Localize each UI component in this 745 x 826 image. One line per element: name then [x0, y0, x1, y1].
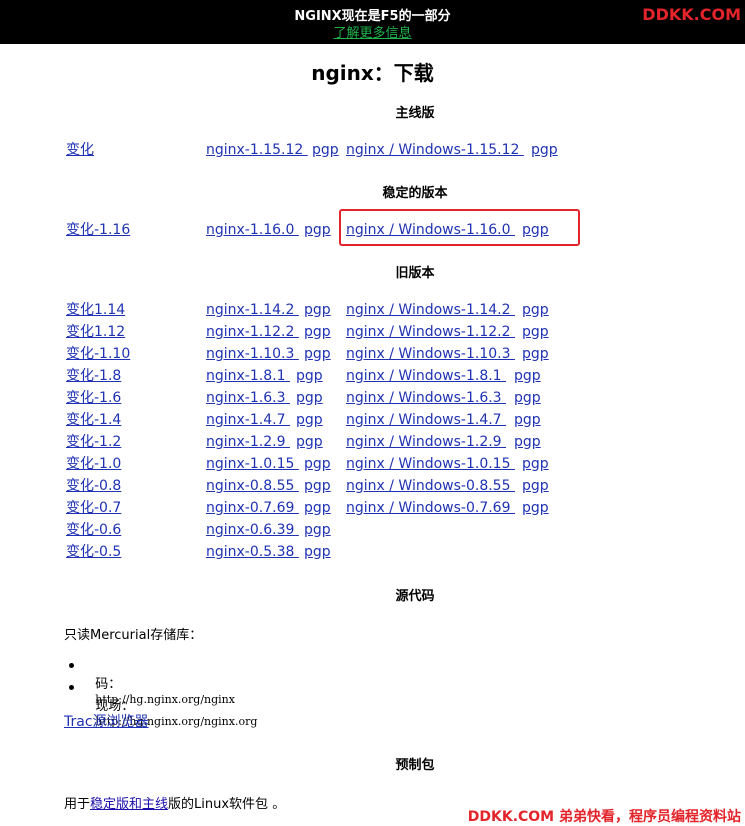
- pgp-link[interactable]: pgp: [304, 322, 331, 342]
- source-download-link[interactable]: nginx-1.2.9: [206, 432, 290, 452]
- changes-link[interactable]: 变化-1.0: [66, 454, 121, 474]
- pgp-link[interactable]: pgp: [304, 300, 331, 320]
- source-download-link[interactable]: nginx-1.15.12: [206, 140, 308, 160]
- page-title: nginx：下载: [311, 61, 434, 85]
- changes-link[interactable]: 变化-1.10: [66, 344, 130, 364]
- pgp-link[interactable]: pgp: [304, 476, 331, 496]
- mainline-heading: 主线版: [395, 106, 435, 121]
- legacy-heading: 旧版本: [395, 266, 435, 281]
- pgp-link[interactable]: pgp: [296, 388, 323, 408]
- pgp-link[interactable]: pgp: [522, 322, 549, 342]
- pgp-link[interactable]: pgp: [304, 220, 331, 240]
- pgp-link[interactable]: pgp: [304, 454, 331, 474]
- packages-prefix: 用于: [64, 797, 91, 812]
- source-heading: 源代码: [395, 589, 435, 604]
- windows-download-link[interactable]: nginx / Windows-1.14.2: [346, 300, 515, 320]
- source-download-link[interactable]: nginx-1.8.1: [206, 366, 290, 386]
- source-download-link[interactable]: nginx-1.6.3: [206, 388, 290, 408]
- pgp-link[interactable]: pgp: [304, 542, 331, 562]
- source-download-link[interactable]: nginx-1.4.7: [206, 410, 290, 430]
- changes-link[interactable]: 变化-1.16: [66, 220, 130, 240]
- trac-browser-link[interactable]: Trac源浏览器: [64, 712, 149, 732]
- source-download-link[interactable]: nginx-0.7.69: [206, 498, 299, 518]
- changes-link[interactable]: 变化-0.7: [66, 498, 121, 518]
- packages-suffix: 版的Linux软件包 。: [168, 797, 286, 812]
- pgp-link[interactable]: pgp: [514, 366, 541, 386]
- changes-link[interactable]: 变化-1.4: [66, 410, 121, 430]
- repository-intro: 只读Mercurial存储库：: [64, 628, 203, 643]
- changes-link[interactable]: 变化: [66, 140, 94, 160]
- changes-link[interactable]: 变化-1.2: [66, 432, 121, 452]
- windows-download-link[interactable]: nginx / Windows-1.6.3: [346, 388, 506, 408]
- pgp-link[interactable]: pgp: [522, 300, 549, 320]
- windows-download-link[interactable]: nginx / Windows-1.2.9: [346, 432, 506, 452]
- source-download-link[interactable]: nginx-1.12.2: [206, 322, 299, 342]
- pgp-link[interactable]: pgp: [304, 498, 331, 518]
- pgp-link[interactable]: pgp: [522, 498, 549, 518]
- brand-logo-text: DDKK.COM: [642, 5, 741, 24]
- source-download-link[interactable]: nginx-0.5.38: [206, 542, 299, 562]
- pgp-link[interactable]: pgp: [296, 366, 323, 386]
- bullet-icon: [69, 663, 74, 668]
- source-download-link[interactable]: nginx-0.6.39: [206, 520, 299, 540]
- pgp-link[interactable]: pgp: [304, 520, 331, 540]
- pgp-link[interactable]: pgp: [522, 454, 549, 474]
- pgp-link[interactable]: pgp: [514, 410, 541, 430]
- pgp-link[interactable]: pgp: [522, 476, 549, 496]
- windows-download-link[interactable]: nginx / Windows-0.7.69: [346, 498, 515, 518]
- bullet-icon: [69, 685, 74, 690]
- pgp-link[interactable]: pgp: [304, 344, 331, 364]
- windows-download-link[interactable]: nginx / Windows-1.12.2: [346, 322, 515, 342]
- windows-download-link[interactable]: nginx / Windows-0.8.55: [346, 476, 515, 496]
- learn-more-link[interactable]: 了解更多信息: [0, 22, 745, 41]
- pgp-link[interactable]: pgp: [312, 140, 339, 160]
- packages-heading: 预制包: [395, 758, 435, 773]
- pgp-link[interactable]: pgp: [531, 140, 558, 160]
- windows-download-link[interactable]: nginx / Windows-1.15.12: [346, 140, 524, 160]
- windows-download-link[interactable]: nginx / Windows-1.4.7: [346, 410, 506, 430]
- windows-download-link[interactable]: nginx / Windows-1.10.3: [346, 344, 515, 364]
- top-banner: NGINX现在是F5的一部分 了解更多信息 DDKK.COM: [0, 0, 745, 44]
- source-download-link[interactable]: nginx-1.14.2: [206, 300, 299, 320]
- windows-download-link[interactable]: nginx / Windows-1.0.15: [346, 454, 515, 474]
- source-download-link[interactable]: nginx-1.0.15: [206, 454, 299, 474]
- stable-mainline-link[interactable]: 稳定版和主线: [90, 797, 168, 812]
- changes-link[interactable]: 变化-0.6: [66, 520, 121, 540]
- source-download-link[interactable]: nginx-1.10.3: [206, 344, 299, 364]
- stable-heading: 稳定的版本: [382, 186, 448, 201]
- changes-link[interactable]: 变化1.12: [66, 322, 125, 342]
- changes-link[interactable]: 变化-1.8: [66, 366, 121, 386]
- changes-link[interactable]: 变化-1.6: [66, 388, 121, 408]
- pgp-link[interactable]: pgp: [296, 432, 323, 452]
- pgp-link[interactable]: pgp: [522, 344, 549, 364]
- pgp-link[interactable]: pgp: [296, 410, 323, 430]
- changes-link[interactable]: 变化-0.5: [66, 542, 121, 562]
- windows-download-link[interactable]: nginx / Windows-1.8.1: [346, 366, 506, 386]
- footer-watermark: DDKK.COM 弟弟快看，程序员编程资料站: [467, 809, 741, 825]
- changes-link[interactable]: 变化1.14: [66, 300, 125, 320]
- source-download-link[interactable]: nginx-0.8.55: [206, 476, 299, 496]
- pgp-link[interactable]: pgp: [514, 388, 541, 408]
- packages-text: 用于稳定版和主线版的Linux软件包 。: [64, 793, 285, 812]
- highlight-box: [339, 209, 580, 246]
- source-download-link[interactable]: nginx-1.16.0: [206, 220, 299, 240]
- pgp-link[interactable]: pgp: [514, 432, 541, 452]
- changes-link[interactable]: 变化-0.8: [66, 476, 121, 496]
